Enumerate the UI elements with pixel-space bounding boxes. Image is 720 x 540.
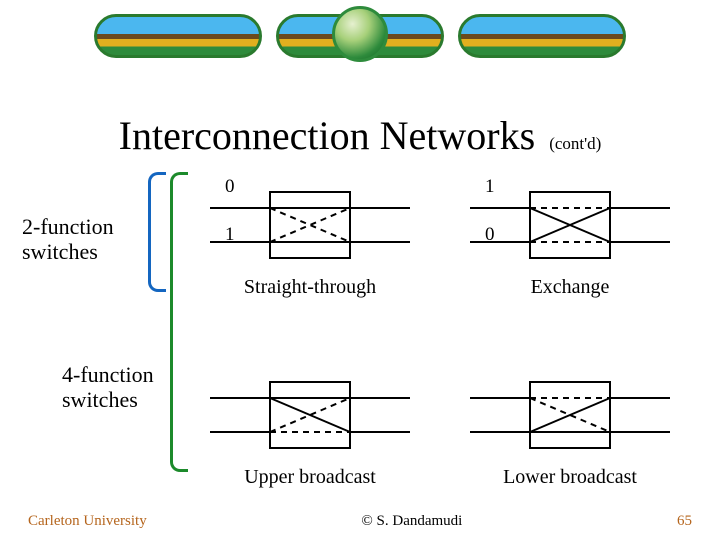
figure-caption: Straight-through: [210, 276, 410, 299]
label-line: switches: [62, 387, 138, 412]
switch-diagram-icon: [470, 370, 670, 460]
globe-icon: [332, 6, 388, 62]
slide-title: Interconnection Networks: [119, 112, 536, 159]
port-number: 1: [225, 224, 235, 246]
port-number: 1: [485, 176, 495, 198]
label-two-function-switches: 2-function switches: [22, 214, 114, 265]
banner-right: [458, 14, 626, 58]
figure-straight-through: 0 1 Straight-through: [210, 180, 410, 299]
label-line: 2-function: [22, 214, 114, 239]
switch-diagram-icon: [210, 370, 410, 460]
bracket-full: [170, 172, 188, 472]
slide-footer: Carleton University © S. Dandamudi 65: [0, 513, 720, 530]
switch-diagram-icon: [210, 180, 410, 270]
figure-upper-broadcast: Upper broadcast: [210, 370, 410, 489]
figure-caption: Exchange: [470, 276, 670, 299]
label-line: 4-function: [62, 362, 154, 387]
port-number: 0: [225, 176, 235, 198]
continued-marker: (cont'd): [549, 134, 601, 154]
label-line: switches: [22, 239, 98, 264]
footer-copyright: © S. Dandamudi: [361, 513, 462, 530]
figure-exchange: 1 0 Exchange: [470, 180, 670, 299]
switch-diagram-icon: [470, 180, 670, 270]
figure-lower-broadcast: Lower broadcast: [470, 370, 670, 489]
banner-left: [94, 14, 262, 58]
label-four-function-switches: 4-function switches: [62, 362, 154, 413]
figure-caption: Lower broadcast: [470, 466, 670, 489]
footer-page-number: 65: [677, 513, 692, 530]
footer-university: Carleton University: [28, 513, 147, 530]
port-number: 0: [485, 224, 495, 246]
figure-caption: Upper broadcast: [210, 466, 410, 489]
bracket-top: [148, 172, 166, 292]
title-row: Interconnection Networks (cont'd): [0, 112, 720, 159]
